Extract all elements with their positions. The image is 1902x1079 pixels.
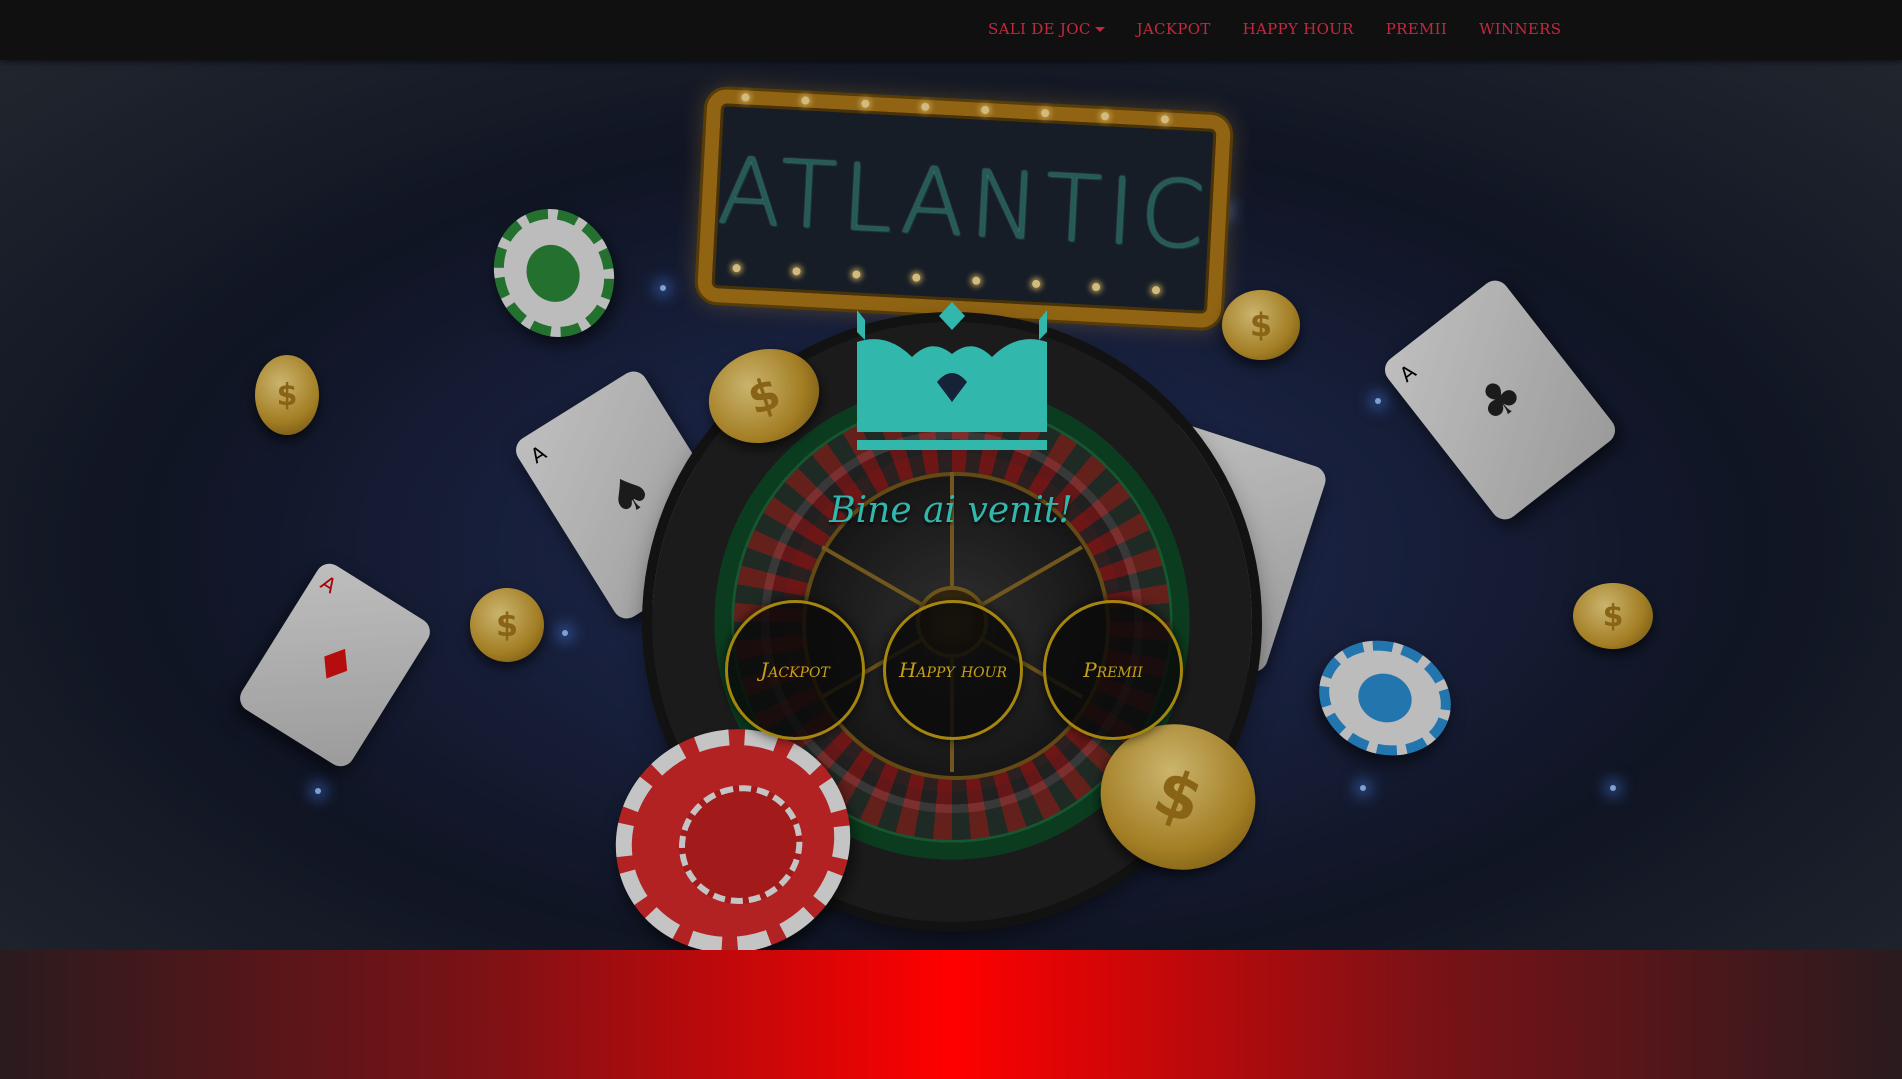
nav-links: SALI DE JOC JACKPOT HAPPY HOUR PREMII WI… (988, 20, 1593, 38)
gold-coin: $ (1573, 583, 1653, 649)
atlantic-logo-sign: ATLANTIC (696, 88, 1232, 329)
sparkle-decoration (315, 788, 321, 794)
top-navbar: SALI DE JOC JACKPOT HAPPY HOUR PREMII WI… (0, 0, 1902, 60)
nav-sali-de-joc-dropdown[interactable]: SALI DE JOC (988, 20, 1105, 38)
crown-icon (857, 302, 1047, 450)
happy-hour-button-label: Happy hour (898, 658, 1008, 682)
happy-hour-button[interactable]: Happy hour (883, 600, 1023, 740)
atlantic-logo-text: ATLANTIC (715, 137, 1214, 270)
sparkle-decoration (562, 630, 568, 636)
jackpot-button[interactable]: Jackpot (725, 600, 865, 740)
playing-card-ace-diamonds: A ♦ (234, 558, 436, 772)
nav-sali-de-joc-label: SALI DE JOC (988, 20, 1091, 38)
welcome-heading: Bine ai venit! (829, 490, 1073, 531)
premii-button[interactable]: Premii (1043, 600, 1183, 740)
caret-down-icon (1094, 26, 1105, 32)
premii-button-label: Premii (1083, 658, 1143, 682)
jackpot-button-label: Jackpot (760, 658, 830, 682)
gold-coin: $ (255, 355, 319, 435)
sparkle-decoration (660, 285, 666, 291)
sparkle-decoration (1375, 398, 1381, 404)
green-poker-chip (473, 189, 635, 357)
hero-section: ATLANTIC A♠ A♦ A♣ A♥ $ $ $ $ $ $ (0, 60, 1902, 950)
footer-red-bar (0, 950, 1902, 1079)
playing-card-ace-clubs: A ♣ (1379, 275, 1621, 525)
nav-winners-link[interactable]: WINNERS (1479, 20, 1561, 38)
nav-happy-hour-link[interactable]: HAPPY HOUR (1243, 20, 1354, 38)
sparkle-decoration (1610, 785, 1616, 791)
gold-coin: $ (1222, 290, 1300, 360)
blue-poker-chip (1302, 622, 1468, 774)
gold-coin: $ (470, 588, 544, 662)
nav-jackpot-link[interactable]: JACKPOT (1137, 20, 1211, 38)
nav-premii-link[interactable]: PREMII (1386, 20, 1447, 38)
sparkle-decoration (1360, 785, 1366, 791)
